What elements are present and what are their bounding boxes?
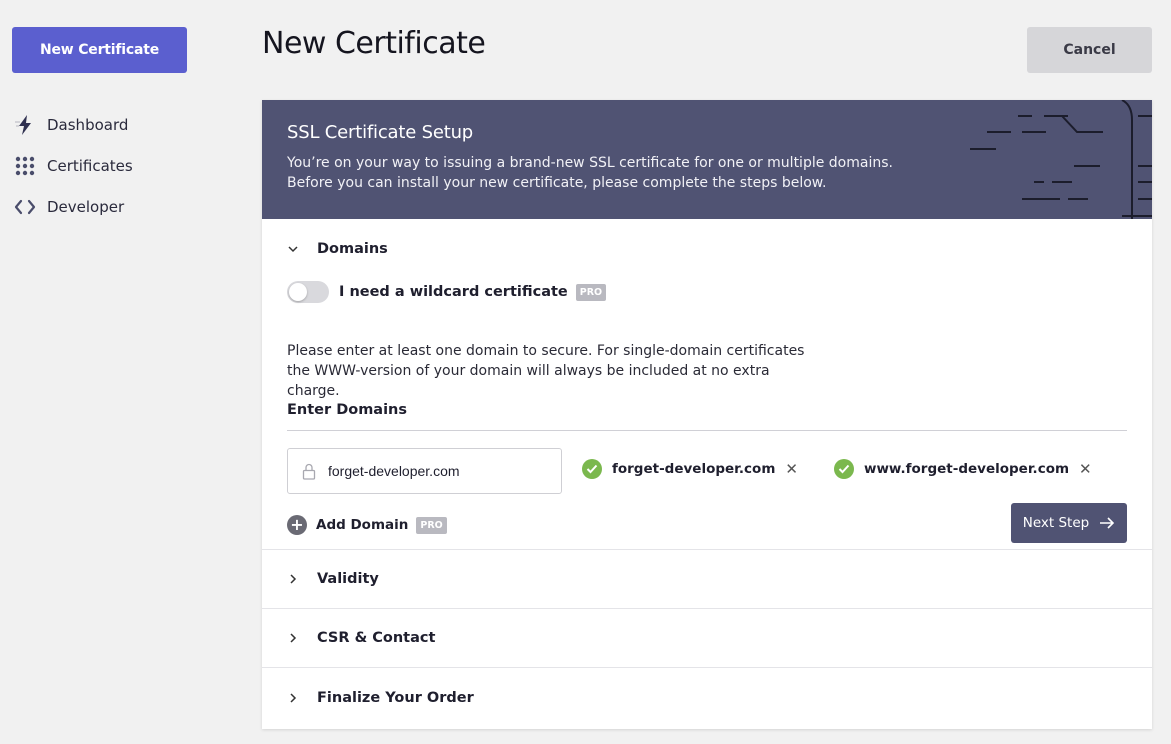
add-domain-button[interactable]: + Add Domain PRO — [287, 515, 447, 535]
sidebar-item-label: Dashboard — [47, 115, 129, 134]
check-circle-icon — [582, 459, 602, 479]
domain-input[interactable] — [328, 463, 538, 479]
enter-domains-label: Enter Domains — [287, 402, 408, 418]
remove-domain-icon[interactable]: ✕ — [785, 460, 798, 478]
domain-chip: www.forget-developer.com ✕ — [833, 459, 1092, 479]
wildcard-toggle[interactable] — [287, 281, 329, 303]
sidebar-item-label: Certificates — [47, 156, 133, 175]
domains-help-text: Please enter at least one domain to secu… — [287, 343, 805, 399]
pro-badge: PRO — [575, 283, 607, 301]
certificate-setup-card: SSL Certificate Setup You’re on your way… — [262, 100, 1152, 729]
banner-description: You’re on your way to issuing a brand-ne… — [287, 155, 893, 191]
remove-domain-icon[interactable]: ✕ — [1079, 460, 1092, 478]
code-icon — [14, 196, 36, 218]
grid-icon — [14, 155, 36, 177]
sidebar-nav: Dashboard Certificates Developer — [14, 104, 133, 227]
wildcard-row: I need a wildcard certificate PRO — [287, 281, 607, 303]
domains-section: Domains I need a wildcard certificate PR… — [262, 219, 1152, 550]
circuit-decoration-icon — [970, 100, 1152, 219]
sidebar-item-developer[interactable]: Developer — [14, 186, 133, 227]
sidebar-item-dashboard[interactable]: Dashboard — [14, 104, 133, 145]
divider — [287, 430, 1127, 431]
new-certificate-button[interactable]: New Certificate — [12, 27, 187, 73]
sidebar-item-certificates[interactable]: Certificates — [14, 145, 133, 186]
next-step-label: Next Step — [1022, 515, 1090, 531]
added-domains-list: forget-developer.com ✕ www.forget-develo… — [582, 459, 1128, 479]
check-circle-icon — [833, 459, 854, 479]
domain-input-field[interactable] — [287, 448, 562, 494]
finalize-order-section-header[interactable]: Finalize Your Order — [262, 668, 1152, 727]
section-title: CSR & Contact — [317, 630, 436, 646]
domains-section-header[interactable]: Domains — [262, 219, 1152, 278]
domain-name: forget-developer.com — [612, 461, 776, 477]
pro-badge: PRO — [416, 516, 447, 534]
sidebar-item-label: Developer — [47, 197, 125, 216]
wildcard-label: I need a wildcard certificate — [339, 284, 568, 300]
chevron-down-icon — [287, 243, 317, 255]
domain-chip: forget-developer.com ✕ — [582, 459, 798, 479]
toggle-knob — [289, 283, 307, 301]
setup-banner: SSL Certificate Setup You’re on your way… — [262, 100, 1152, 219]
chevron-right-icon — [287, 692, 317, 704]
next-step-button[interactable]: Next Step — [1011, 503, 1127, 543]
chevron-right-icon — [287, 632, 317, 644]
domain-name: www.forget-developer.com — [863, 461, 1070, 477]
bolt-icon — [14, 114, 36, 136]
validity-section-header[interactable]: Validity — [262, 550, 1152, 609]
plus-circle-icon: + — [287, 515, 307, 535]
section-title: Validity — [317, 571, 379, 587]
arrow-right-icon — [1099, 517, 1115, 529]
chevron-right-icon — [287, 573, 317, 585]
section-title: Domains — [317, 240, 388, 257]
section-title: Finalize Your Order — [317, 689, 474, 706]
add-domain-label: Add Domain — [316, 517, 409, 533]
lock-icon — [302, 463, 316, 480]
cancel-button[interactable]: Cancel — [1027, 27, 1152, 73]
csr-contact-section-header[interactable]: CSR & Contact — [262, 609, 1152, 668]
page-title: New Certificate — [262, 26, 486, 61]
